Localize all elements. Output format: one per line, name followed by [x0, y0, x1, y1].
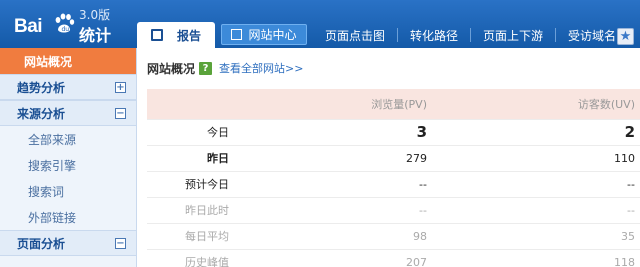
top-bar: Bai du 3.0版 统计 报告 网站中心 页面点击图 转化路径 页面上下游 …: [0, 0, 640, 48]
row-label: 昨日: [147, 145, 229, 172]
main-content: 网站概况 ? 查看全部网站>> 浏览量(PV) 访客数(UV) 今日 3 2 昨…: [137, 48, 640, 267]
table-row: 预计今日 -- --: [147, 171, 640, 198]
sidebar-item-label: 页面分析: [17, 236, 66, 251]
table-row: 昨日 279 110: [147, 145, 640, 172]
uv-value: --: [432, 197, 640, 224]
edit-icon: [231, 29, 243, 40]
logo-tongji-text: 统计: [79, 26, 112, 45]
nav-link-conversion-path[interactable]: 转化路径: [398, 22, 470, 48]
sidebar-item-trend[interactable]: 趋势分析 +: [0, 74, 136, 100]
logo-bai-text: Bai: [14, 16, 43, 37]
overview-table: 浏览量(PV) 访客数(UV) 今日 3 2 昨日 279 110 预计今日 -…: [147, 89, 640, 267]
main-nav: 报告 网站中心 页面点击图 转化路径 页面上下游 受访域名: [137, 22, 628, 48]
uv-value: 35: [432, 223, 640, 250]
sidebar-subitem-all-sources[interactable]: 全部来源: [0, 126, 136, 152]
table-row: 今日 3 2: [147, 119, 640, 146]
sidebar-subitem-search-words[interactable]: 搜索词: [0, 178, 136, 204]
sidebar-subitem-search-engines[interactable]: 搜索引擎: [0, 152, 136, 178]
pv-value: 98: [229, 223, 432, 250]
row-label: 每日平均: [147, 223, 229, 250]
view-all-sites-link[interactable]: 查看全部网站>>: [219, 60, 303, 76]
uv-value: --: [432, 171, 640, 198]
nav-link-click-map[interactable]: 页面点击图: [307, 22, 397, 48]
table-row: 每日平均 98 35: [147, 223, 640, 250]
page-header: 网站概况 ? 查看全部网站>>: [137, 48, 640, 88]
sidebar-item-label: 趋势分析: [17, 80, 66, 95]
pv-value: 279: [229, 145, 432, 172]
row-label: 昨日此时: [147, 197, 229, 224]
svg-text:du: du: [62, 26, 70, 33]
pv-value: 3: [229, 119, 432, 146]
pv-value: --: [229, 171, 432, 198]
page-title: 网站概况: [147, 61, 196, 76]
table-row: 历史峰值 207 118: [147, 249, 640, 267]
collapse-icon[interactable]: −: [115, 108, 126, 119]
table-header-row: 浏览量(PV) 访客数(UV): [147, 89, 640, 120]
paw-icon: du: [55, 13, 75, 33]
favorite-star-icon[interactable]: ★: [617, 28, 634, 45]
site-center-label: 网站中心: [248, 28, 297, 42]
report-icon: [150, 29, 163, 41]
sidebar-subitem-external-links[interactable]: 外部链接: [0, 204, 136, 230]
tab-report[interactable]: 报告: [137, 22, 215, 48]
row-label: 历史峰值: [147, 249, 229, 267]
sidebar-item-page-analysis[interactable]: 页面分析 −: [0, 230, 136, 256]
uv-value: 118: [432, 249, 640, 267]
header-pv[interactable]: 浏览量(PV): [229, 89, 432, 120]
nav-link-page-flow[interactable]: 页面上下游: [471, 22, 555, 48]
collapse-icon[interactable]: −: [115, 238, 126, 249]
site-center-button[interactable]: 网站中心: [221, 24, 307, 45]
row-label: 预计今日: [147, 171, 229, 198]
uv-value: 110: [432, 145, 640, 172]
pv-value: 207: [229, 249, 432, 267]
row-label: 今日: [147, 119, 229, 146]
sidebar-item-label: 来源分析: [17, 106, 66, 121]
uv-value: 2: [432, 119, 640, 146]
sidebar: 网站概况 趋势分析 + 来源分析 − 全部来源 搜索引擎 搜索词 外部链接 页面…: [0, 48, 137, 267]
pv-value: --: [229, 197, 432, 224]
header-uv[interactable]: 访客数(UV): [432, 89, 640, 120]
sidebar-item-overview[interactable]: 网站概况: [0, 48, 136, 74]
header-empty: [147, 89, 229, 120]
sidebar-item-source[interactable]: 来源分析 −: [0, 100, 136, 126]
baidu-tongji-logo[interactable]: Bai du 3.0版 统计: [0, 0, 137, 48]
help-icon[interactable]: ?: [199, 61, 213, 75]
expand-icon[interactable]: +: [115, 82, 126, 93]
tab-report-label: 报告: [176, 28, 201, 43]
version-label: 3.0版: [79, 8, 111, 22]
table-row: 昨日此时 -- --: [147, 197, 640, 224]
